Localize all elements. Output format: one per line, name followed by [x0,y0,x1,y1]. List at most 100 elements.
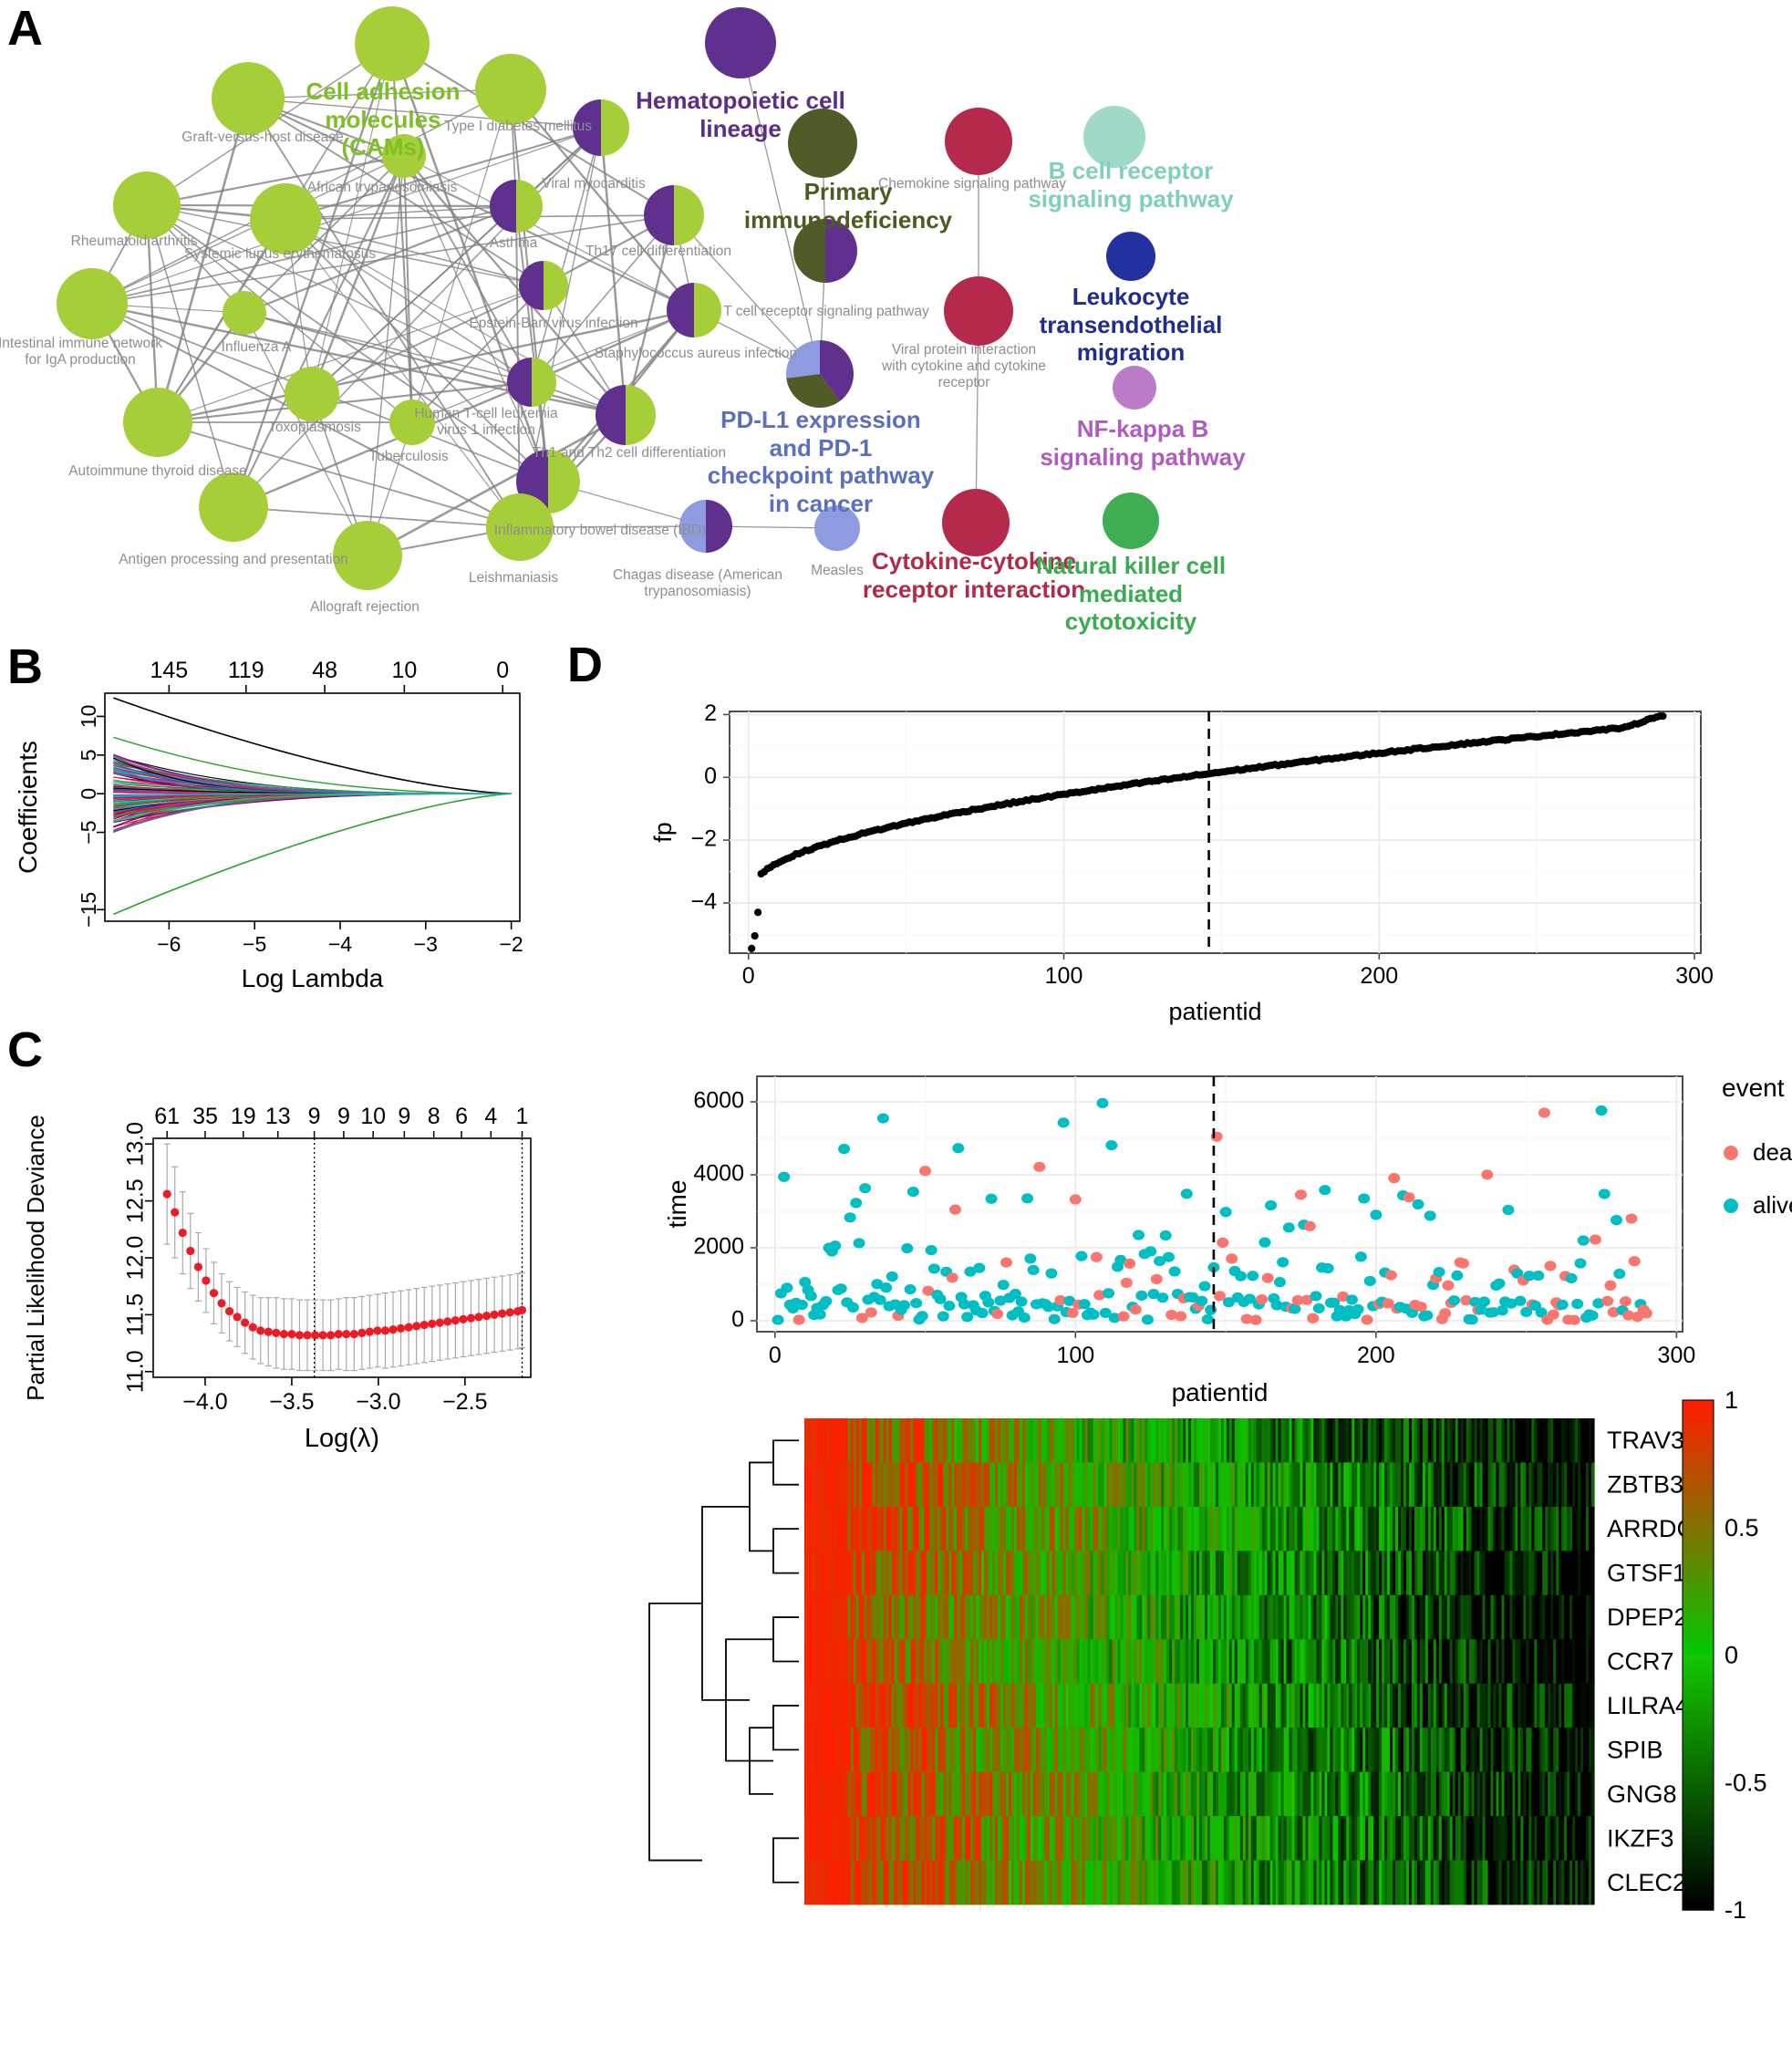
top-tick-label: 9 [308,1104,321,1129]
colorbar-segment [1683,1523,1714,1529]
x-tick-label: −4.0 [182,1389,227,1415]
network-node[interactable] [250,183,321,254]
deviance-point [287,1329,296,1339]
network-node-label: Cell adhesion molecules (CAMs) [306,78,461,161]
colorbar-segment [1683,1723,1714,1728]
lasso-coefficient-plot: −6 −5 −4 −3 −2 10 5 0 −5 −15 145 119 48 10 0 Log Lambda… [14,658,523,992]
network-node-segment[interactable] [596,385,626,445]
network-node-segment[interactable] [667,283,694,337]
network-node[interactable] [475,54,546,125]
top-tick-label: 4 [484,1104,497,1129]
colorbar-segment [1683,1854,1714,1860]
top-tick-label: 61 [154,1104,180,1129]
network-node[interactable] [212,62,285,135]
colorbar-segment [1683,1736,1714,1741]
network-node[interactable] [199,472,268,542]
panel-a-network: A Cell adhesion molecules (CAMs) Graft-ve… [0,0,1792,635]
colorbar-segment [1683,1765,1714,1770]
colorbar-segment [1683,1824,1714,1831]
time-point [927,1263,940,1274]
y-axis-title: fp [649,822,677,843]
network-node-segment[interactable] [544,261,568,310]
network-node-segment[interactable] [694,283,721,337]
network-node-segment[interactable] [626,385,656,445]
colorbar-segment [1683,1570,1714,1575]
time-point [1496,1305,1508,1316]
network-node[interactable] [285,367,339,421]
time-point [795,1299,808,1311]
time-point [1448,1295,1461,1306]
network-node[interactable] [355,6,430,81]
colorbar-segment [1683,1552,1714,1559]
network-node-segment[interactable] [573,99,601,156]
network-node[interactable] [113,171,181,239]
x-tick-label: 0 [742,963,755,989]
colorbar-segment [1683,1697,1714,1703]
network-node[interactable] [705,7,776,78]
time-point [1412,1199,1424,1209]
network-node[interactable] [333,521,402,590]
heatmap-colorbar [1682,1399,1714,1911]
panel-b-lasso-coefficients: B −6 −5 −4 −3 −2 10 5 0 −5 −15 145 119 48 10 0 Log Lamb… [0,629,584,1031]
colorbar-segment [1683,1757,1714,1762]
network-node[interactable] [223,291,266,335]
time-point [1294,1189,1307,1200]
network-node[interactable] [944,276,1013,346]
network-node-segment[interactable] [679,500,706,553]
colorbar-segment [1683,1578,1714,1584]
deviance-point [162,1189,171,1199]
y-tick-label: 0 [731,1307,744,1333]
colorbar-segment [1683,1752,1714,1758]
time-point [1388,1173,1401,1184]
time-point [1196,1295,1208,1306]
time-point [1321,1262,1334,1274]
heatmap-cell [1591,1860,1595,1905]
time-point [1538,1107,1550,1118]
fp-point [751,931,759,940]
network-node[interactable] [1113,366,1156,410]
colorbar-segment [1683,1897,1714,1903]
time-point [1198,1281,1211,1292]
x-axis-title: Log Lambda [242,964,384,992]
deviance-point [482,1312,492,1321]
colorbar-segment [1683,1875,1714,1882]
panel-letter-d: D [567,638,603,692]
colorbar-segment [1683,1837,1714,1843]
network-node-segment[interactable] [785,340,820,379]
deviance-point [517,1305,527,1314]
time-point [1601,1295,1614,1307]
colorbar-segment [1683,1429,1714,1435]
colorbar-segment [1683,1646,1714,1652]
network-cluster-label: B cell receptor signaling pathway [1028,157,1234,213]
time-point [1574,1258,1587,1269]
colorbar-segment [1683,1408,1714,1414]
network-node[interactable] [486,493,554,561]
time-point [820,1296,833,1307]
deviance-point [264,1327,273,1336]
colorbar-segment [1683,1821,1714,1826]
time-point [1000,1257,1013,1268]
network-node[interactable] [123,388,192,457]
network-node[interactable] [945,108,1012,175]
network-node-segment[interactable] [644,185,674,245]
colorbar-segment [1683,1850,1714,1856]
network-node[interactable] [389,400,435,445]
network-node-segment[interactable] [507,358,532,407]
network-node-segment[interactable] [674,185,704,245]
time-point [1129,1304,1142,1315]
network-node[interactable] [57,268,128,339]
colorbar-segment [1683,1468,1714,1473]
network-node-segment[interactable] [490,180,516,233]
network-node[interactable] [1106,232,1155,281]
network-node[interactable] [1103,493,1159,549]
deviance-point [171,1208,180,1217]
x-tick-label: −4 [328,932,352,956]
colorbar-segment [1683,1808,1714,1813]
time-point [1514,1295,1527,1306]
network-node-segment[interactable] [516,180,543,233]
top-tick-label: 6 [455,1104,468,1129]
x-tick-label: 200 [1357,1343,1395,1368]
network-node[interactable] [942,489,1010,556]
y-tick-label: −5 [77,820,100,844]
time-point [1141,1314,1154,1325]
